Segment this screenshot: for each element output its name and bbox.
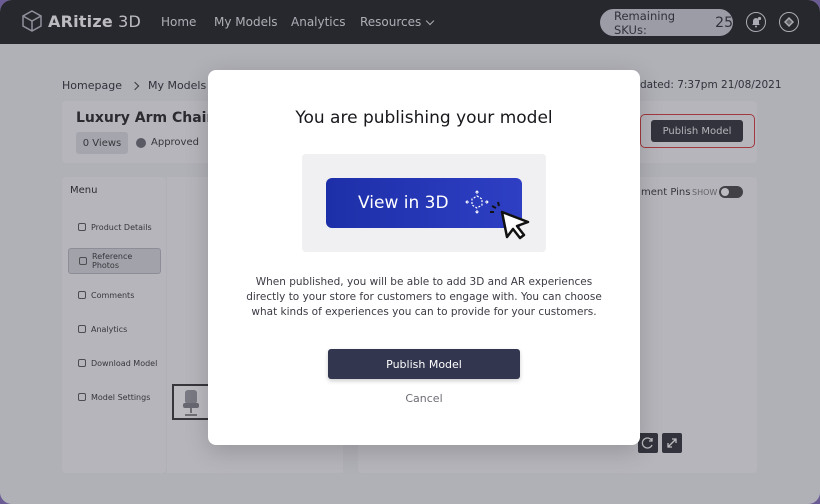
confirm-publish-button[interactable]: Publish Model — [328, 349, 520, 379]
modal-title: You are publishing your model — [295, 108, 553, 128]
view-in-3d-label: View in 3D — [358, 193, 449, 213]
modal-description: When published, you will be able to add … — [246, 276, 602, 318]
app-window: ARitize 3D Home My Models Analytics Reso… — [0, 0, 820, 504]
cancel-button[interactable]: Cancel — [328, 392, 520, 405]
publish-modal: You are publishing your model View in 3D… — [208, 70, 640, 445]
view-in-3d-illustration: View in 3D — [302, 154, 546, 252]
ar-cube-icon — [465, 190, 489, 214]
cursor-click-icon — [490, 201, 530, 240]
